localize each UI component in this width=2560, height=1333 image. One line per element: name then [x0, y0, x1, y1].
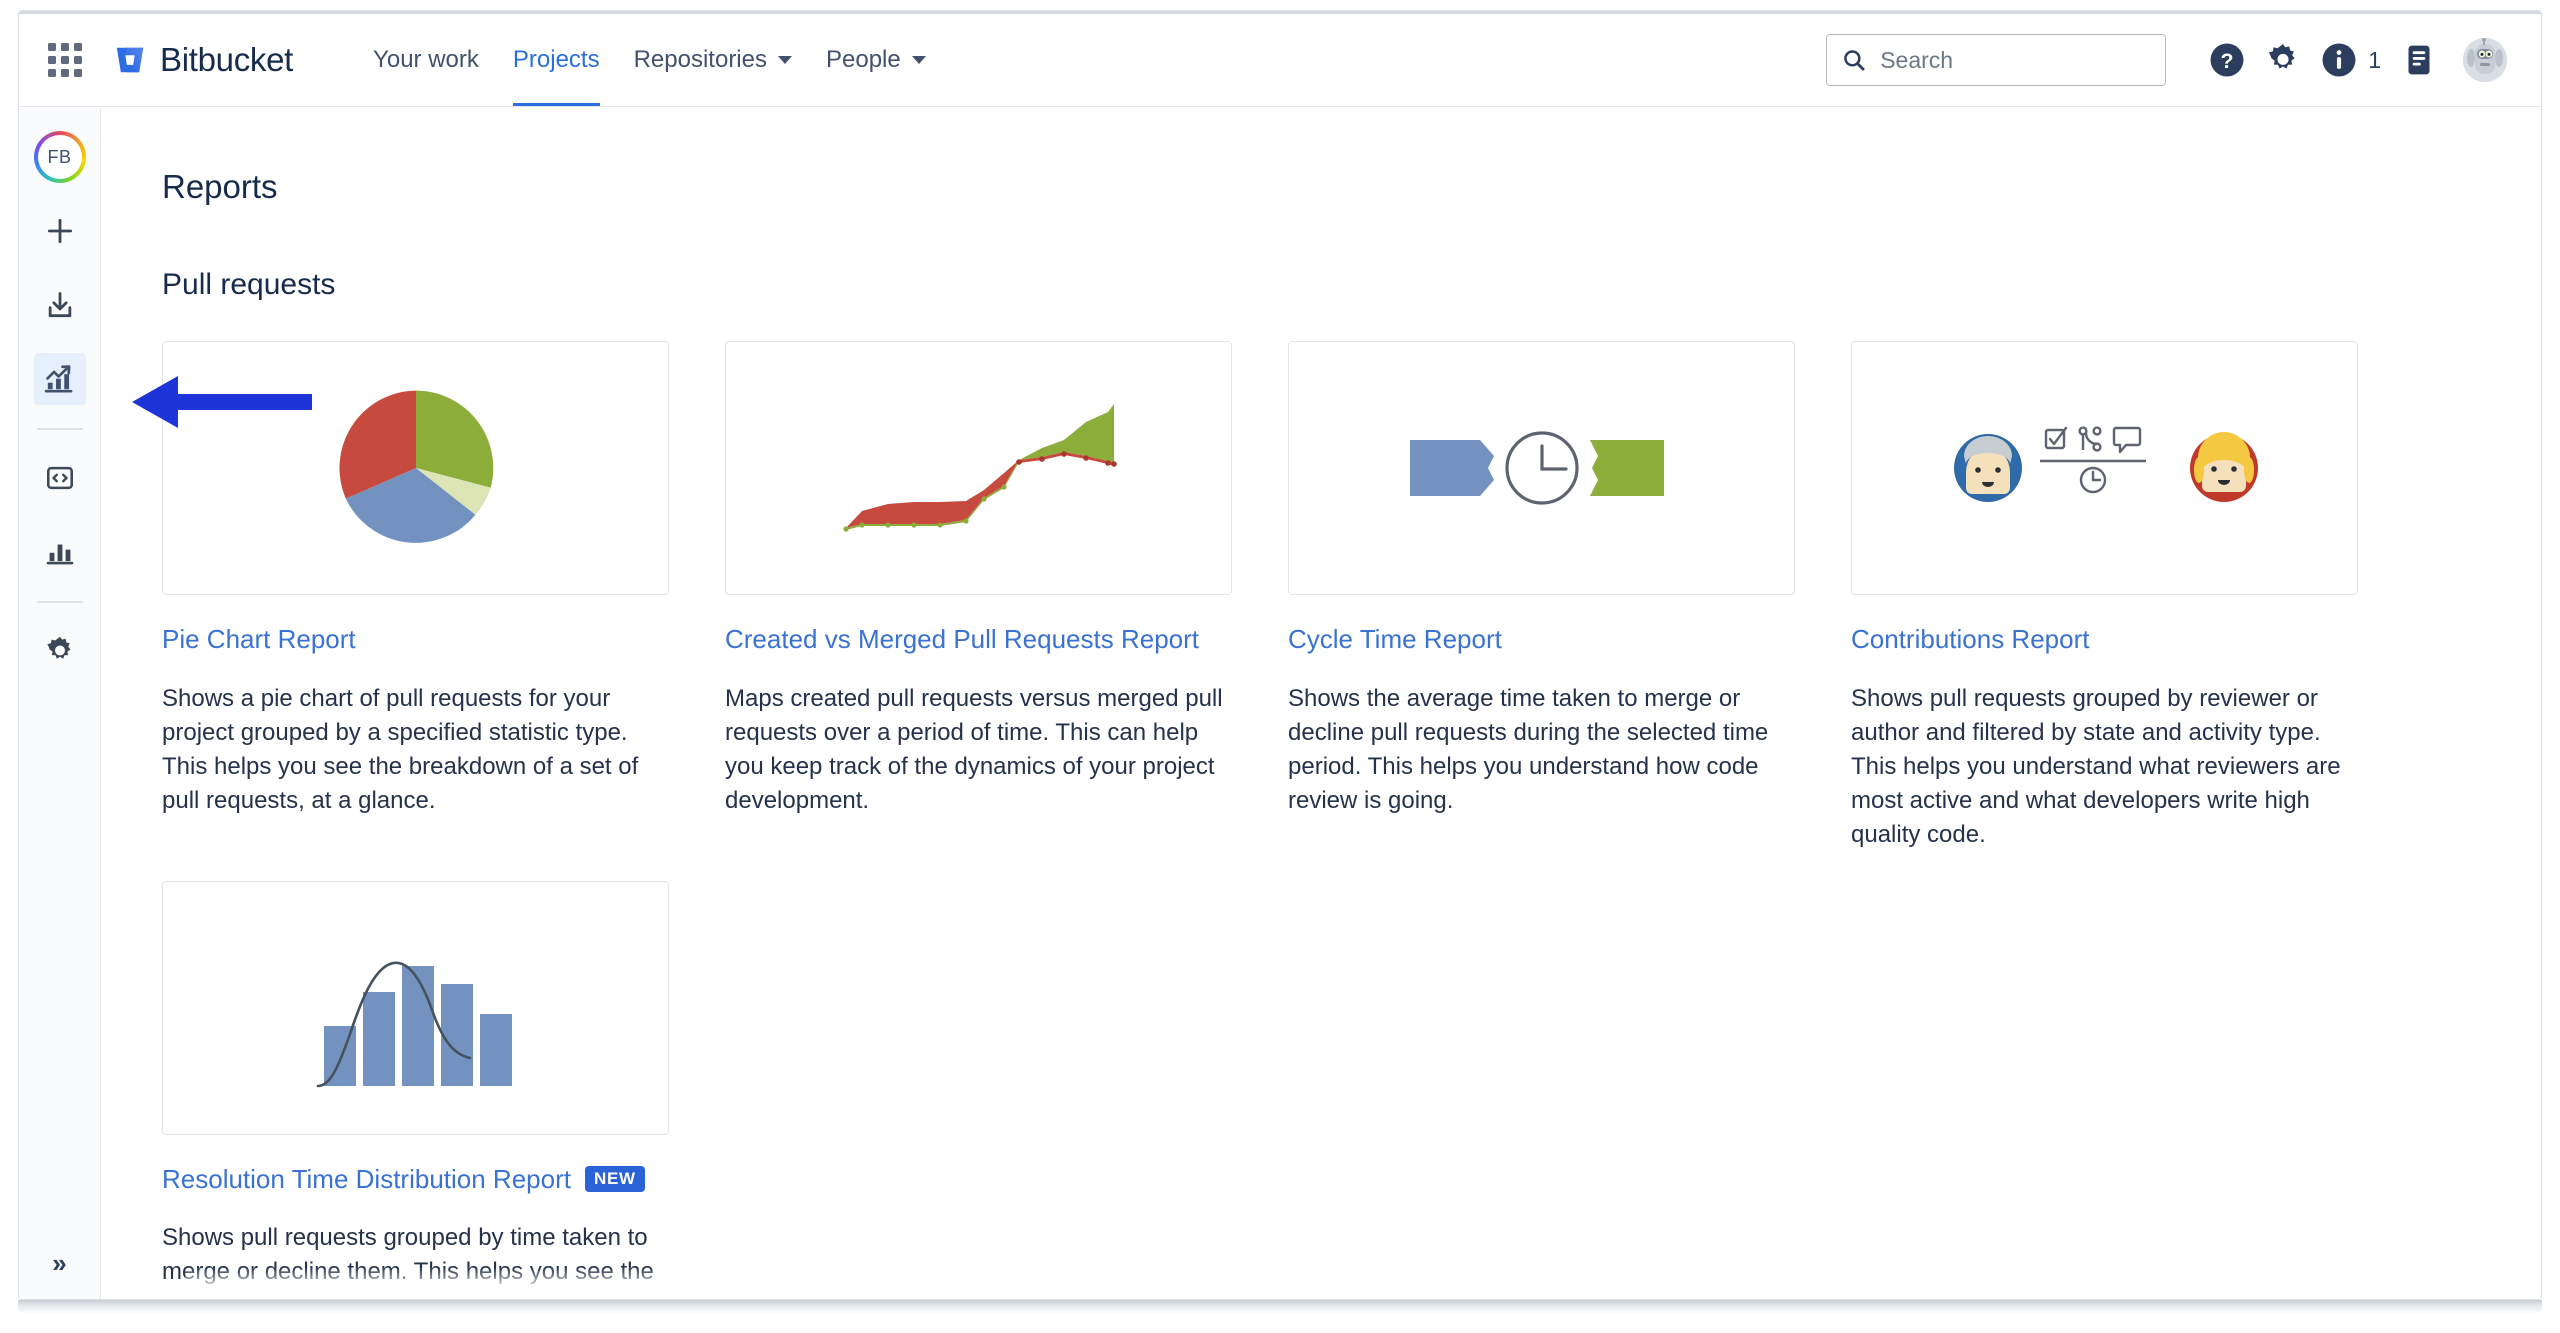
pie-chart-thumbnail[interactable] — [162, 341, 669, 595]
contributions-thumbnail[interactable] — [1851, 341, 2358, 595]
help-icon-glyph: ? — [2210, 43, 2244, 77]
report-card-resolution-time: Resolution Time Distribution Report NEW … — [162, 880, 669, 1299]
notes-icon-glyph — [2408, 45, 2430, 75]
brand-name: Bitbucket — [160, 41, 294, 78]
left-sidebar: FB » — [19, 108, 101, 1299]
report-card-title-contributions[interactable]: Contributions Report — [1851, 623, 2358, 656]
sidebar-expand-button[interactable]: » — [52, 1250, 66, 1276]
reports-card-grid: Pie Chart Report Shows a pie chart of pu… — [162, 341, 2497, 1299]
report-title-text: Contributions Report — [1851, 624, 2090, 654]
report-card-contributions: Contributions Report Shows pull requests… — [1851, 341, 2358, 852]
settings-gear-icon[interactable] — [2255, 32, 2311, 88]
nav-projects-label: Projects — [512, 46, 600, 73]
report-card-pie-chart: Pie Chart Report Shows a pie chart of pu… — [162, 341, 669, 852]
svg-text:?: ? — [2221, 49, 2234, 73]
report-card-description: Shows the average time taken to merge or… — [1288, 684, 1769, 814]
sidebar-item-create[interactable] — [34, 205, 86, 257]
chevron-down-icon — [778, 56, 792, 64]
report-card-description: Shows a pie chart of pull requests for y… — [162, 684, 639, 814]
report-card-description: Shows pull requests grouped by time take… — [162, 1224, 654, 1299]
nav-your-work-label: Your work — [373, 46, 479, 73]
histogram-graphic — [316, 961, 512, 1088]
search-input[interactable]: Search — [1826, 34, 2167, 86]
avatar-image — [2463, 38, 2507, 82]
nav-projects[interactable]: Projects — [496, 14, 617, 106]
nav-people[interactable]: People — [809, 14, 943, 106]
cycle-time-graphic — [1409, 431, 1664, 505]
statistics-icon — [46, 544, 73, 565]
reports-icon — [44, 365, 72, 393]
report-card-title-resolution-time[interactable]: Resolution Time Distribution Report NEW — [162, 1163, 669, 1196]
nav-repositories-label: Repositories — [633, 46, 767, 73]
bitbucket-home-link[interactable]: Bitbucket — [113, 41, 293, 79]
browser-window: Bitbucket Your work Projects Repositorie… — [18, 10, 2542, 1300]
sidebar-divider — [36, 428, 83, 430]
report-card-title-pie-chart[interactable]: Pie Chart Report — [162, 623, 669, 656]
report-title-text: Pie Chart Report — [162, 624, 356, 654]
create-icon — [47, 218, 72, 244]
window-shadow — [18, 1300, 2542, 1314]
report-title-text: Created vs Merged Pull Requests Report — [725, 624, 1200, 654]
pie-chart-graphic — [338, 390, 493, 543]
nav-your-work[interactable]: Your work — [356, 14, 496, 106]
sidebar-divider — [36, 601, 83, 603]
code-icon — [46, 466, 73, 490]
sidebar-profile-initials: FB — [37, 135, 82, 179]
report-card-description: Maps created pull requests versus merged… — [725, 684, 1223, 814]
search-icon — [1844, 50, 1865, 71]
sidebar-profile-avatar[interactable]: FB — [33, 131, 86, 183]
info-icon[interactable] — [2311, 32, 2367, 88]
avatar[interactable] — [2463, 38, 2507, 82]
search-placeholder: Search — [1880, 46, 1954, 73]
info-icon-glyph — [2322, 43, 2356, 77]
cycle-time-thumbnail[interactable] — [1288, 341, 1795, 595]
report-card-title-created-vs-merged[interactable]: Created vs Merged Pull Requests Report — [725, 623, 1232, 656]
report-card-title-cycle-time[interactable]: Cycle Time Report — [1288, 623, 1795, 656]
settings-gear-icon — [46, 636, 70, 659]
info-badge-count: 1 — [2368, 46, 2381, 73]
report-title-text: Resolution Time Distribution Report — [162, 1163, 571, 1194]
bitbucket-logo-icon — [116, 47, 144, 73]
sidebar-item-reports[interactable] — [33, 353, 86, 405]
sidebar-item-settings[interactable] — [34, 625, 86, 677]
main-content: Reports Pull requests Pie Chart Report S… — [102, 108, 2541, 1299]
notes-icon[interactable] — [2391, 32, 2447, 88]
page-title: Reports — [162, 168, 278, 205]
sidebar-item-statistics[interactable] — [34, 526, 86, 578]
report-card-cycle-time: Cycle Time Report Shows the average time… — [1288, 341, 1795, 852]
top-nav-actions: Search ? 1 — [1826, 32, 2507, 88]
sidebar-item-import[interactable] — [34, 279, 86, 331]
contributions-graphic — [1953, 426, 2258, 502]
histogram-thumbnail[interactable] — [162, 880, 669, 1135]
sidebar-item-code[interactable] — [34, 452, 86, 504]
primary-nav: Your work Projects Repositories People — [356, 14, 943, 106]
help-icon[interactable]: ? — [2199, 32, 2255, 88]
chevron-down-icon — [911, 56, 926, 64]
area-chart-graphic — [842, 404, 1117, 532]
nav-people-label: People — [826, 46, 901, 73]
status-badge-new: NEW — [584, 1166, 645, 1192]
grid-apps-icon[interactable] — [48, 43, 82, 77]
report-card-description: Shows pull requests grouped by reviewer … — [1851, 684, 2341, 848]
import-icon — [48, 292, 71, 318]
nav-repositories[interactable]: Repositories — [617, 14, 809, 106]
top-navigation-bar: Bitbucket Your work Projects Repositorie… — [19, 14, 2541, 107]
section-title-pull-requests: Pull requests — [162, 268, 336, 301]
report-title-text: Cycle Time Report — [1288, 624, 1502, 654]
gear-icon-glyph — [2269, 44, 2295, 69]
area-chart-thumbnail[interactable] — [725, 341, 1232, 595]
report-card-created-vs-merged: Created vs Merged Pull Requests Report M… — [725, 341, 1232, 852]
